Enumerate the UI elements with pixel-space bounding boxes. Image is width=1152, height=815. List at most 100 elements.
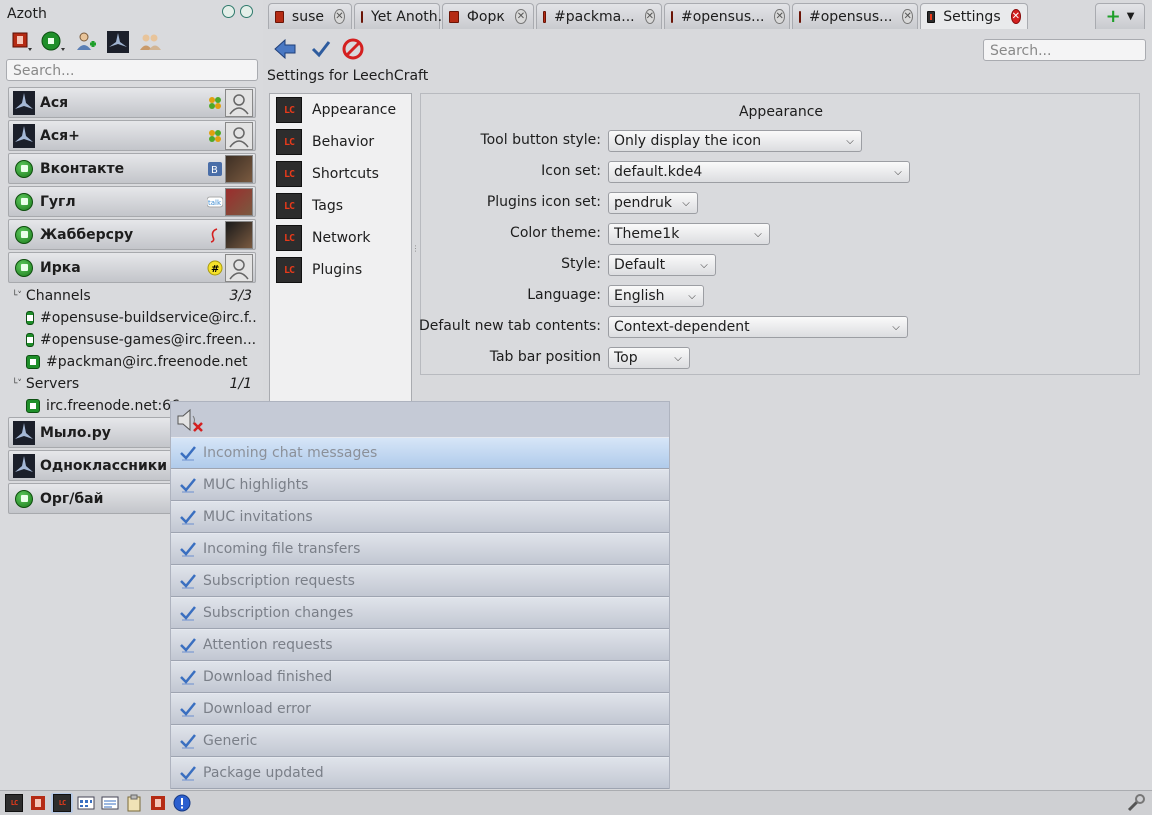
checkmark-icon [311,41,331,58]
settings-category-appearance[interactable]: LC Appearance [270,94,411,126]
field-combo-2[interactable]: pendruk ⌵ [608,192,698,214]
close-panel-icon[interactable] [240,5,253,18]
checkbox-checked-icon[interactable] [179,508,197,526]
notification-item[interactable]: MUC highlights [171,469,669,501]
avatar[interactable] [225,188,253,216]
category-label: Network [312,230,371,246]
field-combo-5[interactable]: English ⌵ [608,285,704,307]
leechcraft-menu-icon[interactable]: LC [3,793,25,813]
svg-text:B: B [211,165,218,176]
account-row[interactable]: Ася+ [8,120,256,151]
clipboard-icon[interactable] [123,793,145,813]
checkbox-checked-icon[interactable] [179,764,197,782]
field-combo-1[interactable]: default.kde4 ⌵ [608,161,910,183]
field-combo-3[interactable]: Theme1k ⌵ [608,223,770,245]
tree-item[interactable]: #opensuse-buildservice@irc.f... [8,307,256,329]
checkbox-checked-icon[interactable] [179,636,197,654]
chevron-down-icon: ⌵ [754,228,762,240]
settings-title: Settings for LeechCraft [267,68,429,84]
notification-item[interactable]: Attention requests [171,629,669,661]
checkbox-checked-icon[interactable] [179,540,197,558]
notification-item[interactable]: Subscription requests [171,565,669,597]
back-button[interactable] [272,36,298,62]
plugin-tab-icon-2[interactable] [147,793,169,813]
tree-item[interactable]: #packman@irc.freenode.net [8,351,256,373]
info-alert-icon[interactable] [171,793,193,813]
splitter-handle[interactable]: ⋮ [412,93,420,403]
notification-item[interactable]: Subscription changes [171,597,669,629]
new-tab-button[interactable]: + ▼ [1095,3,1145,29]
account-row[interactable]: Ирка # [8,252,256,283]
field-combo-7[interactable]: Top ⌵ [608,347,690,369]
status-online-icon [11,189,37,215]
checkbox-checked-icon[interactable] [179,476,197,494]
field-combo-0[interactable]: Only display the icon ⌵ [608,130,862,152]
close-icon[interactable]: ✕ [334,9,345,24]
combo-value: default.kde4 [614,164,703,180]
account-row[interactable]: Жабберсру [8,219,256,250]
close-icon[interactable]: ✕ [1010,9,1021,24]
checkbox-checked-icon[interactable] [179,572,197,590]
tab-1[interactable]: Yet Anoth...✕ [354,3,472,29]
close-icon[interactable]: ✕ [774,9,785,24]
settings-category-network[interactable]: LC Network [270,222,411,254]
checkbox-checked-icon[interactable] [179,444,197,462]
tree-item[interactable]: #opensuse-games@irc.freen... [8,329,256,351]
avatar[interactable] [225,221,253,249]
grid-view-icon[interactable] [75,793,97,813]
settings-category-shortcuts[interactable]: LC Shortcuts [270,158,411,190]
plugin-tab-icon[interactable] [27,793,49,813]
tree-expand-icon[interactable]: └˅ [12,291,22,301]
checkbox-checked-icon[interactable] [179,668,197,686]
close-icon[interactable]: ✕ [644,9,655,24]
settings-category-plugins[interactable]: LC Plugins [270,254,411,286]
settings-category-behavior[interactable]: LC Behavior [270,126,411,158]
menu-button[interactable] [8,28,36,56]
tab-2[interactable]: Форк ✕ [442,3,534,29]
default-avatar-icon[interactable] [225,122,253,150]
tab-6[interactable]: Settings ✕ [920,3,1028,29]
servers-group[interactable]: └˅ Servers 1/1 [8,373,256,395]
list-view-icon[interactable] [99,793,121,813]
notification-item[interactable]: Download finished [171,661,669,693]
status-button[interactable] [40,28,68,56]
notification-item[interactable]: Incoming file transfers [171,533,669,565]
checkbox-checked-icon[interactable] [179,732,197,750]
close-icon[interactable]: ✕ [902,9,913,24]
avatar[interactable] [225,155,253,183]
notification-item[interactable]: Generic [171,725,669,757]
checkbox-checked-icon[interactable] [179,604,197,622]
account-row[interactable]: Вконтакте B [8,153,256,184]
tab-3[interactable]: #packma... ✕ [536,3,662,29]
default-avatar-icon[interactable] [225,254,253,282]
tab-0[interactable]: suse ✕ [268,3,352,29]
combo-value: Only display the icon [614,133,762,149]
cancel-button[interactable] [340,36,366,62]
account-row[interactable]: Ася [8,87,256,118]
checkbox-checked-icon[interactable] [179,700,197,718]
tree-expand-icon[interactable]: └˅ [12,379,22,389]
add-contact-button[interactable] [72,28,100,56]
float-panel-icon[interactable] [222,5,235,18]
close-icon[interactable]: ✕ [514,9,527,24]
leechcraft-logo-icon: LC [276,225,302,251]
notification-item[interactable]: Download error [171,693,669,725]
tab-5[interactable]: #opensus... ✕ [792,3,918,29]
apply-button[interactable] [308,36,334,62]
settings-category-tags[interactable]: LC Tags [270,190,411,222]
leechcraft-button[interactable] [104,28,132,56]
settings-search-input[interactable]: Search... [983,39,1146,61]
leechcraft-active-icon[interactable]: LC [51,793,73,813]
contacts-button[interactable] [136,28,164,56]
tab-4[interactable]: #opensus... ✕ [664,3,790,29]
channels-group[interactable]: └˅ Channels 3/3 [8,285,256,307]
field-combo-6[interactable]: Context-dependent ⌵ [608,316,908,338]
field-combo-4[interactable]: Default ⌵ [608,254,716,276]
account-row[interactable]: Гугл talk [8,186,256,217]
notification-item[interactable]: Package updated [171,757,669,789]
notification-item[interactable]: Incoming chat messages [171,437,669,469]
notification-item[interactable]: MUC invitations [171,501,669,533]
contact-search-input[interactable]: Search... [6,59,258,81]
default-avatar-icon[interactable] [225,89,253,117]
settings-wrench-icon[interactable] [1126,793,1146,813]
